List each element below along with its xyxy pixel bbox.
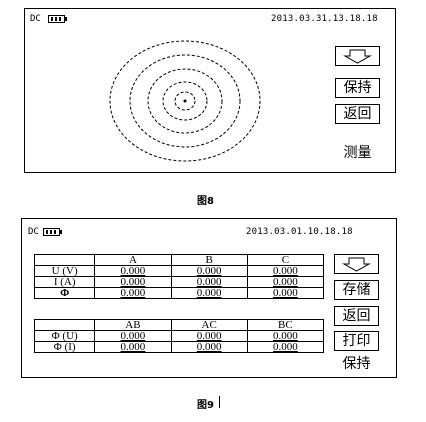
value-cell: 0.000	[170, 276, 248, 288]
power-source-label: DC	[28, 227, 39, 237]
phase-measurement-table: A B C U (V) 0.000 0.000 0.000 I (A) 0.00…	[33, 254, 325, 299]
table-header-cell: AB	[94, 319, 172, 331]
table-row: I (A) 0.000 0.000 0.000	[33, 276, 325, 288]
table-row: Φ (I) 0.000 0.000 0.000	[33, 341, 325, 353]
value-cell: 0.000	[94, 330, 172, 342]
line-angle-table: AB AC BC Φ (U) 0.000 0.000 0.000 Φ (I) 0…	[33, 319, 325, 353]
scroll-down-button[interactable]	[334, 254, 379, 274]
value-cell: 0.000	[246, 276, 325, 288]
table-row: Φ 0.000 0.000 0.000	[33, 287, 325, 299]
value-cell: 0.000	[94, 287, 172, 299]
row-label: U (V)	[33, 265, 96, 277]
table-header-cell: C	[246, 254, 325, 266]
table-header-cell: B	[170, 254, 248, 266]
datetime-display: 2013.03.31.13.18.18	[271, 14, 378, 24]
down-arrow-icon	[343, 49, 372, 64]
value-cell: 0.000	[170, 341, 248, 353]
measurement-screen-fig8: DC 2013.03.31.13.18.18 保持 返回 测量	[24, 8, 396, 173]
row-label: Φ	[33, 287, 96, 299]
table-header-cell: AC	[170, 319, 248, 331]
value-cell: 0.000	[170, 265, 248, 277]
down-arrow-icon	[342, 257, 371, 272]
value-cell: 0.000	[94, 276, 172, 288]
value-cell: 0.000	[246, 330, 325, 342]
concentric-rings-graphic	[109, 40, 261, 162]
table-header-cell: A	[94, 254, 172, 266]
battery-icon	[48, 15, 70, 24]
figure-9-caption: 图9	[197, 400, 214, 411]
value-cell: 0.000	[170, 287, 248, 299]
table-row: Φ (U) 0.000 0.000 0.000	[33, 330, 325, 342]
table-header-row: AB AC BC	[33, 319, 325, 331]
text-cursor	[219, 396, 220, 408]
back-button[interactable]: 返回	[334, 306, 379, 326]
measure-button[interactable]: 测量	[335, 144, 380, 164]
measurement-screen-fig9: DC 2013.03.01.10.18.18 A B C U (V) 0.000…	[21, 218, 397, 378]
hold-button[interactable]: 保持	[335, 78, 380, 98]
row-label: I (A)	[33, 276, 96, 288]
value-cell: 0.000	[246, 341, 325, 353]
table-header-row: A B C	[33, 254, 325, 266]
row-label: Φ (U)	[33, 330, 96, 342]
scroll-down-button[interactable]	[335, 46, 380, 66]
value-cell: 0.000	[170, 330, 248, 342]
hold-button[interactable]: 保持	[334, 355, 379, 375]
figure-8-caption: 图8	[197, 196, 214, 207]
value-cell: 0.000	[94, 341, 172, 353]
power-source-label: DC	[30, 14, 41, 24]
datetime-display: 2013.03.01.10.18.18	[246, 227, 353, 237]
table-row: U (V) 0.000 0.000 0.000	[33, 265, 325, 277]
value-cell: 0.000	[246, 265, 325, 277]
table-header-cell	[33, 319, 96, 331]
battery-icon	[43, 228, 65, 237]
table-header-cell	[33, 254, 96, 266]
center-dot	[183, 99, 187, 103]
print-button[interactable]: 打印	[334, 331, 379, 351]
row-label: Φ (I)	[33, 341, 96, 353]
back-button[interactable]: 返回	[335, 104, 380, 124]
value-cell: 0.000	[94, 265, 172, 277]
table-header-cell: BC	[246, 319, 325, 331]
value-cell: 0.000	[246, 287, 325, 299]
save-button[interactable]: 存储	[334, 280, 379, 300]
